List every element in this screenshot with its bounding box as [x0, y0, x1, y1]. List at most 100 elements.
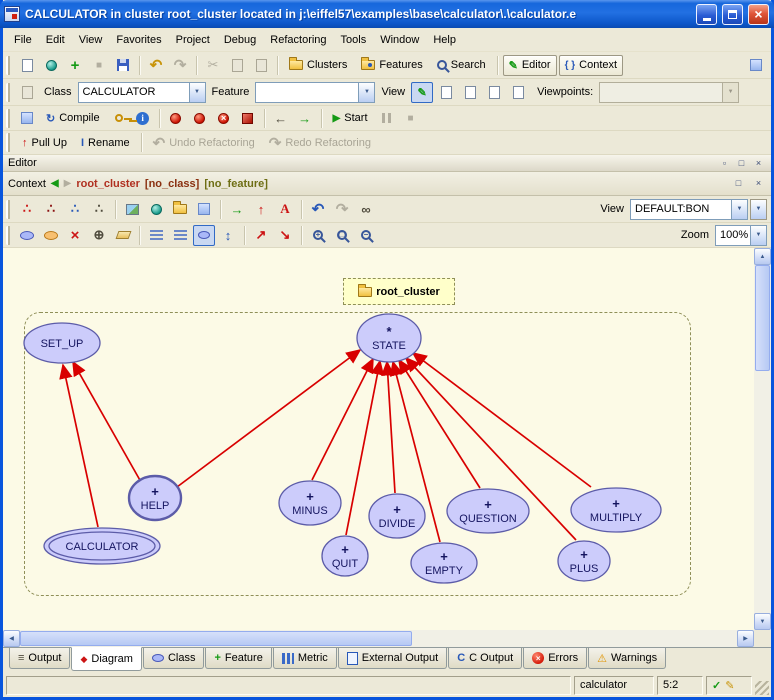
quick-melt-icon[interactable] — [189, 108, 211, 129]
menu-refactoring[interactable]: Refactoring — [263, 30, 333, 50]
open-diagram-folder-icon[interactable] — [169, 199, 191, 220]
feature-combo-dropdown-icon[interactable]: ▼ — [358, 83, 374, 102]
view-dropdown-button[interactable]: ▼ — [750, 199, 767, 220]
context-toggle-button[interactable]: { } Context — [559, 55, 623, 76]
new-window-icon[interactable] — [16, 55, 38, 76]
class-node-calculator[interactable]: CALCULATOR — [44, 528, 160, 564]
rename-button[interactable]: I Rename — [75, 132, 136, 153]
diagram-canvas[interactable]: root_cluster SET_UP*STATE+HELPCALCULATOR… — [3, 248, 754, 630]
class-node-empty[interactable]: +EMPTY — [411, 543, 477, 583]
editor-view-icon[interactable]: ✎ — [411, 82, 433, 103]
viewpoints-combo[interactable]: ▼ — [599, 82, 739, 103]
toolbar-grip[interactable] — [6, 83, 11, 102]
force-layout-toggle[interactable] — [193, 225, 215, 246]
zoom-combo[interactable]: 100% ▼ — [715, 225, 767, 246]
class-node-multiply[interactable]: +MULTIPLY — [571, 488, 661, 532]
class-node-minus[interactable]: +MINUS — [279, 481, 341, 525]
zoom-out-icon[interactable]: − — [355, 225, 377, 246]
inheritance-arrow-help-to-set_up[interactable] — [73, 362, 141, 482]
inheritance-arrow-minus-to-state[interactable] — [312, 359, 373, 480]
supplier-depth-icon[interactable]: ↘ — [274, 225, 296, 246]
vertical-scrollbar[interactable]: ▲ ▼ — [754, 248, 771, 630]
export-png-icon[interactable] — [121, 199, 143, 220]
class-node-divide[interactable]: +DIVIDE — [369, 494, 425, 538]
scroll-left-icon[interactable]: ◀ — [3, 630, 20, 647]
toolbar-grip[interactable] — [6, 133, 11, 152]
class-node-plus[interactable]: +PLUS — [558, 541, 610, 581]
pin-icon[interactable]: ▫ — [717, 157, 732, 170]
copy-icon[interactable] — [226, 55, 248, 76]
tab-diagram[interactable]: ◆ Diagram — [71, 647, 142, 671]
search-button[interactable]: Search — [431, 55, 492, 76]
context-class[interactable]: [no_class] — [145, 178, 199, 190]
horizontal-scroll-thumb[interactable] — [20, 631, 412, 646]
class-node-set_up[interactable]: SET_UP — [24, 323, 100, 363]
clusters-button[interactable]: Clusters — [283, 55, 353, 76]
history-forward-button[interactable]: ▶ — [64, 178, 72, 189]
eraser-tool-icon[interactable] — [112, 225, 134, 246]
open-file-icon[interactable] — [40, 55, 62, 76]
sort-icon[interactable]: ↕ — [217, 225, 239, 246]
inheritance-arrow-calculator-to-set_up[interactable] — [63, 365, 98, 527]
delete-tool-icon[interactable]: × — [64, 225, 86, 246]
grid-icon[interactable] — [193, 199, 215, 220]
menu-project[interactable]: Project — [169, 30, 217, 50]
client-depth-icon[interactable]: ↗ — [250, 225, 272, 246]
text-size-icon[interactable]: A — [274, 199, 296, 220]
class-node-question[interactable]: +QUESTION — [447, 489, 529, 533]
melt-icon[interactable] — [165, 108, 187, 129]
minimize-button[interactable] — [696, 4, 717, 25]
redo-refactoring-button[interactable]: ↷ Redo Refactoring — [263, 132, 377, 153]
class-combo-dropdown-icon[interactable]: ▼ — [189, 83, 205, 102]
context-feature[interactable]: [no_feature] — [204, 178, 268, 190]
toolbar-grip[interactable] — [6, 200, 11, 219]
paste-icon[interactable] — [250, 55, 272, 76]
aggregate-tool-icon[interactable]: ∴ — [64, 199, 86, 220]
menu-file[interactable]: File — [7, 30, 39, 50]
context-maximize-icon[interactable]: □ — [731, 177, 746, 190]
diagram-view-combo[interactable]: DEFAULT:BON ▼ — [630, 199, 748, 220]
history-back-button[interactable]: ◀ — [51, 178, 59, 189]
tab-output[interactable]: ≡ Output — [9, 648, 70, 669]
toolbar-grip[interactable] — [6, 56, 11, 75]
close-button[interactable]: × — [748, 4, 769, 25]
menu-favorites[interactable]: Favorites — [109, 30, 168, 50]
send-to-new-window-icon[interactable] — [16, 82, 38, 103]
features-button[interactable]: Features — [355, 55, 428, 76]
info-icon[interactable]: i — [132, 108, 154, 129]
menu-view[interactable]: View — [72, 30, 110, 50]
editor-toggle-button[interactable]: ✎ Editor — [503, 55, 557, 76]
interface-view-icon[interactable] — [507, 82, 529, 103]
tab-warnings[interactable]: ⚠ Warnings — [588, 648, 666, 669]
tab-metric[interactable]: Metric — [273, 648, 337, 669]
scroll-right-icon[interactable]: ▶ — [737, 630, 754, 647]
class-node-quit[interactable]: +QUIT — [322, 536, 368, 576]
stop-icon[interactable]: ■ — [88, 55, 110, 76]
menu-edit[interactable]: Edit — [39, 30, 72, 50]
clickable-view-icon[interactable] — [459, 82, 481, 103]
diagram-undo-icon[interactable]: ↶ — [307, 199, 329, 220]
inheritance-arrow-divide-to-state[interactable] — [387, 362, 395, 493]
previous-compiled-icon[interactable]: ← — [270, 108, 292, 129]
tab-c-output[interactable]: C C Output — [448, 648, 522, 669]
class-node-help[interactable]: +HELP — [129, 476, 181, 520]
melt-session-icon[interactable] — [16, 108, 38, 129]
tab-external-output[interactable]: External Output — [338, 648, 447, 669]
menu-debug[interactable]: Debug — [217, 30, 263, 50]
restore-button[interactable] — [722, 4, 743, 25]
key-icon[interactable] — [108, 108, 130, 129]
tab-feature[interactable]: + Feature — [205, 648, 271, 669]
new-class-tool-icon[interactable] — [16, 225, 38, 246]
pause-icon[interactable] — [376, 108, 398, 129]
add-project-icon[interactable]: + — [64, 55, 86, 76]
menu-window[interactable]: Window — [373, 30, 426, 50]
external-editor-icon[interactable] — [745, 55, 767, 76]
anchor-tool-icon[interactable]: ⊕ — [88, 225, 110, 246]
diagram-redo-icon[interactable]: ↷ — [331, 199, 353, 220]
editor-panel-header[interactable]: Editor ▫ □ × — [3, 155, 771, 172]
scroll-down-icon[interactable]: ▼ — [754, 613, 771, 630]
layout-icon[interactable] — [145, 225, 167, 246]
close-panel-icon[interactable]: × — [751, 157, 766, 170]
compile-button[interactable]: ↻ Compile — [40, 108, 106, 129]
maximize-panel-icon[interactable]: □ — [734, 157, 749, 170]
